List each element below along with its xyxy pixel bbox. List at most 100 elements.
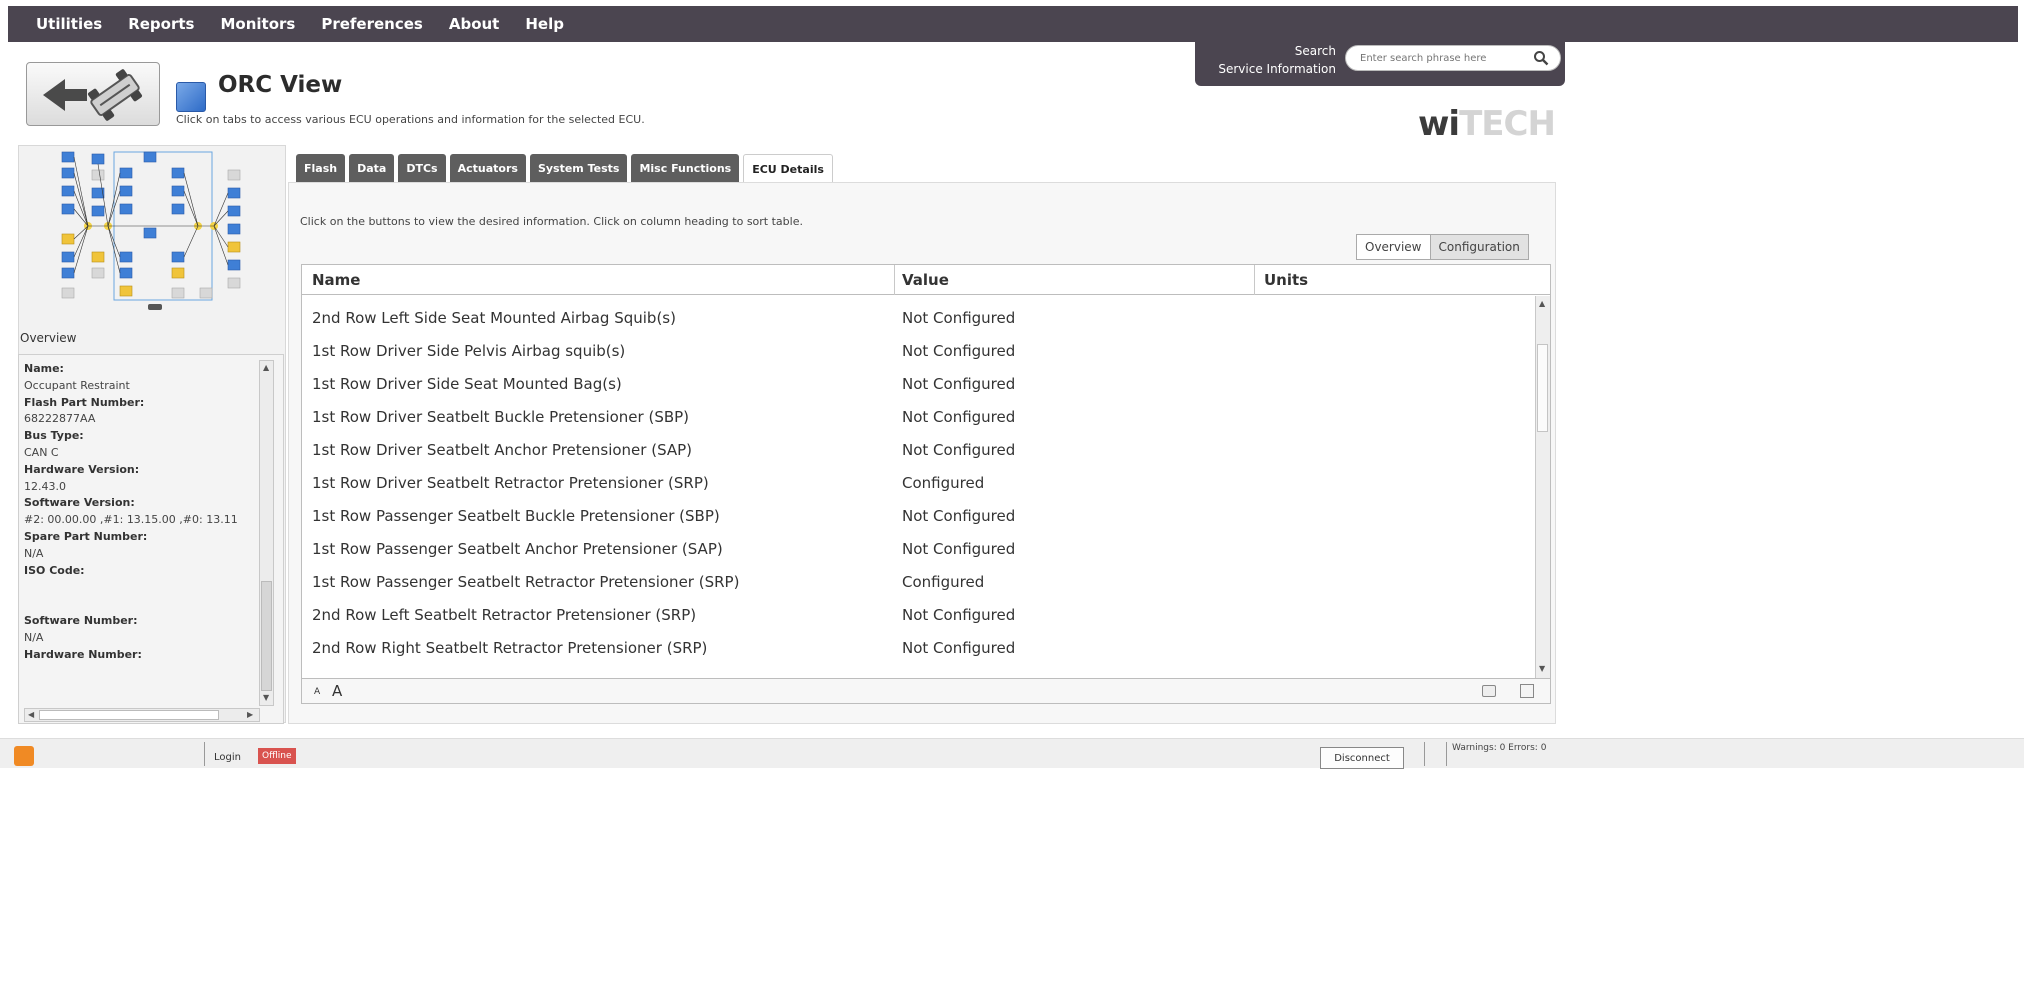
tab-system-tests[interactable]: System Tests <box>529 154 628 182</box>
tab-dtcs[interactable]: DTCs <box>398 154 446 182</box>
field-value-software-version: #2: 00.00.00 ,#1: 13.15.00 ,#0: 13.11 <box>24 513 238 527</box>
cell-value: Not Configured <box>902 606 1016 624</box>
cell-name: 2nd Row Left Side Seat Mounted Airbag Sq… <box>312 309 676 327</box>
menu-utilities[interactable]: Utilities <box>36 15 102 33</box>
scroll-thumb[interactable] <box>261 581 272 691</box>
cell-value: Not Configured <box>902 342 1016 360</box>
overview-button[interactable]: Overview <box>1357 235 1430 259</box>
vehicle-chassis-icon <box>88 69 142 121</box>
ecu-info-list: Name: Occupant Restraint Flash Part Numb… <box>24 361 260 701</box>
column-divider <box>1254 265 1255 295</box>
table-row[interactable]: 1st Row Driver Seatbelt Buckle Pretensio… <box>302 401 1534 434</box>
scroll-right-icon[interactable]: ▶ <box>247 710 253 719</box>
field-label-hardware-number: Hardware Number: <box>24 647 142 661</box>
scroll-up-icon[interactable]: ▲ <box>1539 299 1545 308</box>
rss-icon[interactable] <box>14 746 34 766</box>
cell-value: Not Configured <box>902 507 1016 525</box>
column-header-name[interactable]: Name <box>312 271 360 289</box>
warnings-errors-status: Warnings: 0 Errors: 0 <box>1452 743 1547 753</box>
cell-name: 1st Row Driver Seatbelt Retractor Preten… <box>312 474 709 492</box>
menu-about[interactable]: About <box>449 15 500 33</box>
scroll-thumb[interactable] <box>1537 344 1548 432</box>
cell-value: Not Configured <box>902 408 1016 426</box>
hscroll-thumb[interactable] <box>39 710 219 720</box>
menu-help[interactable]: Help <box>525 15 564 33</box>
scroll-down-icon[interactable]: ▼ <box>1539 664 1545 673</box>
scroll-up-icon[interactable]: ▲ <box>263 363 269 372</box>
print-icon[interactable] <box>1520 684 1534 698</box>
table-body: 2nd Row Left Side Seat Mounted Airbag Sq… <box>302 296 1534 678</box>
table-row[interactable]: 1st Row Passenger Seatbelt Buckle Preten… <box>302 500 1534 533</box>
cell-name: 1st Row Driver Side Pelvis Airbag squib(… <box>312 342 626 360</box>
table-vertical-scrollbar[interactable]: ▲ ▼ <box>1535 296 1550 678</box>
network-topology-diagram[interactable] <box>32 148 264 318</box>
tab-bar: Flash Data DTCs Actuators System Tests M… <box>296 154 833 184</box>
menu-monitors[interactable]: Monitors <box>220 15 295 33</box>
font-decrease-button[interactable]: A <box>314 687 320 697</box>
table-row[interactable]: 2nd Row Left Side Seat Mounted Airbag Sq… <box>302 302 1534 335</box>
cell-name: 1st Row Driver Seatbelt Buckle Pretensio… <box>312 408 690 426</box>
column-header-value[interactable]: Value <box>902 271 949 289</box>
menu-preferences[interactable]: Preferences <box>321 15 423 33</box>
cell-name: 1st Row Driver Seatbelt Anchor Pretensio… <box>312 441 693 459</box>
overview-label: Overview <box>20 331 77 345</box>
instructions-text: Click on the buttons to view the desired… <box>300 215 803 228</box>
back-button[interactable] <box>26 62 160 126</box>
field-value-iso-code <box>24 579 260 596</box>
menu-reports[interactable]: Reports <box>128 15 194 33</box>
scroll-down-icon[interactable]: ▼ <box>263 693 269 702</box>
field-label-hardware-version: Hardware Version: <box>24 462 140 476</box>
search-input[interactable] <box>1345 45 1561 71</box>
tab-ecu-details[interactable]: ECU Details <box>743 154 833 184</box>
cell-name: 1st Row Passenger Seatbelt Retractor Pre… <box>312 573 740 591</box>
export-icon[interactable] <box>1482 685 1496 697</box>
search-icon <box>1534 51 1549 66</box>
info-horizontal-scrollbar[interactable]: ◀ ▶ <box>24 708 260 722</box>
field-value-bus-type: CAN C <box>24 445 59 459</box>
field-label-software-version: Software Version: <box>24 496 135 510</box>
page-title: ORC View <box>218 72 343 98</box>
wiTECH-logo: wiTECH <box>1418 104 1556 144</box>
table-row[interactable]: 2nd Row Right Seatbelt Retractor Pretens… <box>302 632 1534 665</box>
search-labels: Search Service Information <box>1196 42 1336 78</box>
cell-name: 1st Row Passenger Seatbelt Anchor Preten… <box>312 540 723 558</box>
search-button[interactable] <box>1530 48 1552 68</box>
table-row[interactable]: 1st Row Driver Side Pelvis Airbag squib(… <box>302 335 1534 368</box>
cell-value: Not Configured <box>902 540 1016 558</box>
tab-misc-functions[interactable]: Misc Functions <box>631 154 740 182</box>
tab-data[interactable]: Data <box>349 154 395 182</box>
cell-name: 2nd Row Left Seatbelt Retractor Pretensi… <box>312 606 697 624</box>
tab-actuators[interactable]: Actuators <box>449 154 526 182</box>
offline-status-badge: Offline <box>258 748 296 764</box>
cell-value: Not Configured <box>902 309 1016 327</box>
table-row[interactable]: 1st Row Passenger Seatbelt Retractor Pre… <box>302 566 1534 599</box>
table-row[interactable]: 1st Row Driver Seatbelt Anchor Pretensio… <box>302 434 1534 467</box>
table-row[interactable]: 1st Row Driver Seatbelt Retractor Preten… <box>302 467 1534 500</box>
disconnect-button[interactable]: Disconnect <box>1320 747 1404 769</box>
field-label-software-number: Software Number: <box>24 613 138 627</box>
status-bar <box>0 738 2024 768</box>
login-link[interactable]: Login <box>214 752 241 763</box>
scroll-left-icon[interactable]: ◀ <box>28 710 34 719</box>
font-increase-button[interactable]: A <box>332 682 342 700</box>
menu-bar: Utilities Reports Monitors Preferences A… <box>8 6 2018 42</box>
search-label: Search <box>1294 44 1336 58</box>
field-label-flash-part-number: Flash Part Number: <box>24 395 145 409</box>
configuration-button[interactable]: Configuration <box>1429 235 1528 259</box>
logo-ghost: TECH <box>1459 104 1556 144</box>
field-value-spare-part-number: N/A <box>24 546 44 560</box>
tab-flash[interactable]: Flash <box>296 154 346 182</box>
table-row[interactable]: 2nd Row Left Seatbelt Retractor Pretensi… <box>302 599 1534 632</box>
page-subtitle: Click on tabs to access various ECU oper… <box>176 113 645 126</box>
status-divider <box>204 742 205 766</box>
column-header-units[interactable]: Units <box>1264 271 1308 289</box>
field-value-hardware-version: 12.43.0 <box>24 479 66 493</box>
cell-value: Not Configured <box>902 441 1016 459</box>
field-label-bus-type: Bus Type: <box>24 429 84 443</box>
table-header: Name Value Units <box>302 265 1550 295</box>
table-footer: A A <box>302 678 1550 703</box>
table-row[interactable]: 1st Row Driver Side Seat Mounted Bag(s) N… <box>302 368 1534 401</box>
info-vertical-scrollbar[interactable]: ▲ ▼ <box>259 360 274 706</box>
cell-value: Configured <box>902 474 985 492</box>
table-row[interactable]: 1st Row Passenger Seatbelt Anchor Preten… <box>302 533 1534 566</box>
